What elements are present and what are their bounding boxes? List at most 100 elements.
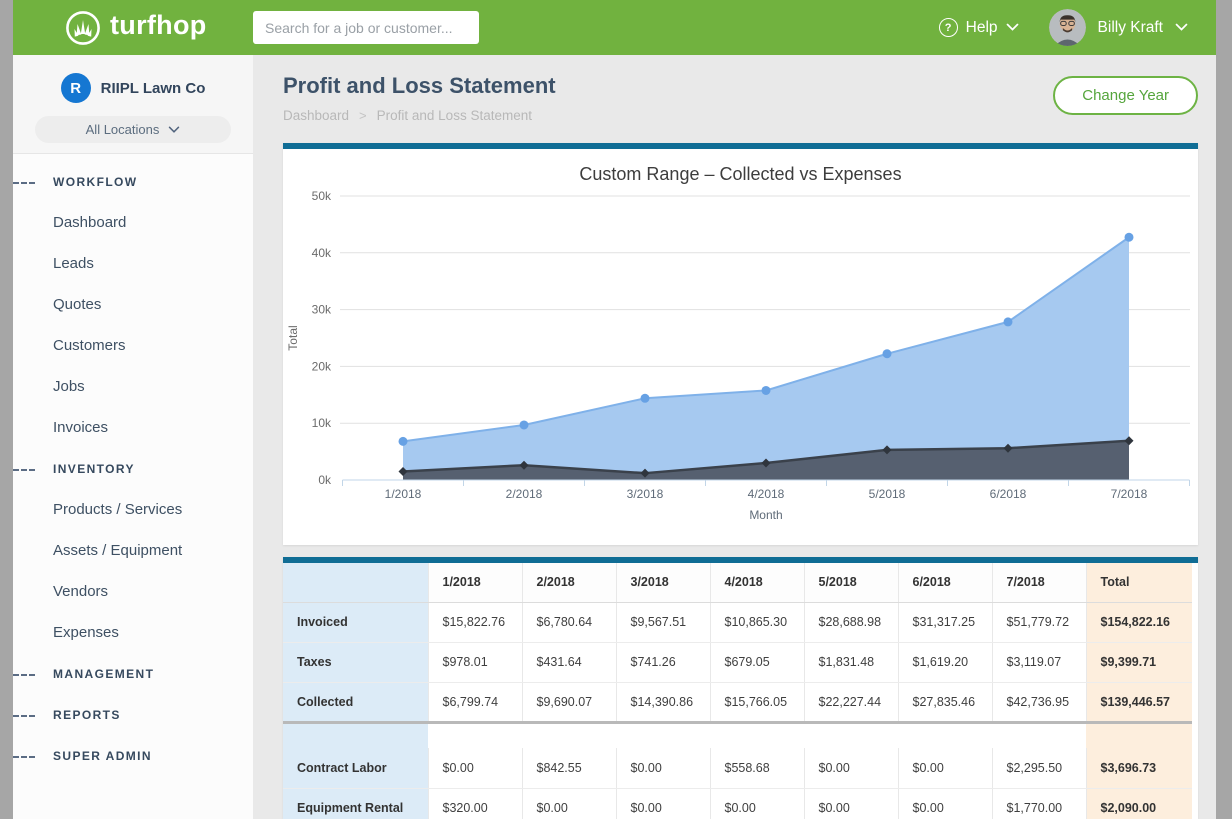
- x-tick-label: 1/2018: [385, 487, 422, 501]
- app-root: turfhop ? Help: [13, 0, 1216, 819]
- sidebar-item-label: Dashboard: [13, 214, 126, 231]
- window-edge-left: [0, 0, 13, 819]
- dashed-line-icon: [13, 182, 35, 184]
- company-name: RIIPL Lawn Co: [101, 80, 206, 97]
- row-label: Invoiced: [283, 602, 428, 642]
- sidebar-section-management[interactable]: MANAGEMENT: [13, 653, 253, 694]
- brand-logo[interactable]: turfhop: [65, 0, 207, 55]
- point-collected-1-2018[interactable]: [399, 437, 408, 446]
- sidebar-section-super-admin[interactable]: SUPER ADMIN: [13, 735, 253, 776]
- sidebar-section-workflow[interactable]: WORKFLOW: [13, 161, 253, 202]
- dashed-line-icon: [13, 715, 35, 717]
- cell-invoiced-5-2018: $28,688.98: [804, 602, 898, 642]
- sidebar-item-jobs[interactable]: Jobs: [13, 366, 253, 407]
- help-icon: ?: [939, 18, 958, 37]
- row-label: Equipment Rental: [283, 788, 428, 819]
- cell-equipment-rental-5-2018: $0.00: [804, 788, 898, 819]
- point-collected-4-2018[interactable]: [762, 386, 771, 395]
- user-menu[interactable]: Billy Kraft: [1049, 9, 1188, 46]
- breadcrumb-dashboard[interactable]: Dashboard: [283, 108, 349, 123]
- y-axis-label: Total: [286, 325, 300, 350]
- pl-chart: 0k10k20k30k40k50kTotal1/20182/20183/2018…: [283, 185, 1198, 531]
- cell-invoiced-6-2018: $31,317.25: [898, 602, 992, 642]
- cell-equipment-rental-2-2018: $0.00: [522, 788, 616, 819]
- sidebar: R RIIPL Lawn Co All Locations WORKFLOW Da…: [13, 55, 253, 819]
- sidebar-item-customers[interactable]: Customers: [13, 325, 253, 366]
- sidebar-section-reports[interactable]: REPORTS: [13, 694, 253, 735]
- point-collected-3-2018[interactable]: [641, 394, 650, 403]
- dashed-line-icon: [13, 469, 35, 471]
- app-window: turfhop ? Help: [0, 0, 1232, 819]
- cell-equipment-rental-6-2018: $0.00: [898, 788, 992, 819]
- sidebar-item-label: Assets / Equipment: [13, 542, 182, 559]
- cell-contract-labor-total: $3,696.73: [1086, 748, 1192, 788]
- cell-contract-labor-7-2018: $2,295.50: [992, 748, 1086, 788]
- pl-table: 1/20182/20183/20184/20185/20186/20187/20…: [283, 563, 1192, 819]
- column-header-2-2018: 2/2018: [522, 563, 616, 602]
- x-tick-label: 5/2018: [869, 487, 906, 501]
- y-tick-label: 30k: [312, 303, 332, 317]
- x-tick-label: 2/2018: [506, 487, 543, 501]
- x-tick-label: 3/2018: [627, 487, 664, 501]
- company-block: R RIIPL Lawn Co All Locations: [13, 55, 253, 154]
- sidebar-item-invoices[interactable]: Invoices: [13, 407, 253, 448]
- column-header-4-2018: 4/2018: [710, 563, 804, 602]
- cell-taxes-2-2018: $431.64: [522, 642, 616, 682]
- cell-collected-3-2018: $14,390.86: [616, 682, 710, 722]
- cell-taxes-5-2018: $1,831.48: [804, 642, 898, 682]
- sidebar-item-dashboard[interactable]: Dashboard: [13, 202, 253, 243]
- table-spacer-row: [283, 722, 1192, 748]
- x-tick-label: 4/2018: [748, 487, 785, 501]
- chevron-down-icon: [1175, 23, 1188, 32]
- table-corner-cell: [283, 563, 428, 602]
- cell-taxes-6-2018: $1,619.20: [898, 642, 992, 682]
- cell-contract-labor-4-2018: $558.68: [710, 748, 804, 788]
- sidebar-item-products-services[interactable]: Products / Services: [13, 489, 253, 530]
- y-tick-label: 0k: [318, 473, 332, 487]
- main-content: Profit and Loss Statement Dashboard > Pr…: [253, 55, 1216, 819]
- location-selector-label: All Locations: [86, 122, 160, 137]
- sidebar-item-label: Vendors: [13, 583, 108, 600]
- cell-collected-1-2018: $6,799.74: [428, 682, 522, 722]
- column-header-3-2018: 3/2018: [616, 563, 710, 602]
- dashed-line-icon: [13, 674, 35, 676]
- pl-table-card: 1/20182/20183/20184/20185/20186/20187/20…: [283, 557, 1198, 819]
- y-tick-label: 50k: [312, 189, 332, 203]
- pl-chart-card: Custom Range – Collected vs Expenses 0k1…: [283, 143, 1198, 545]
- table-row-taxes: Taxes$978.01$431.64$741.26$679.05$1,831.…: [283, 642, 1192, 682]
- point-collected-7-2018[interactable]: [1125, 233, 1134, 242]
- column-header-5-2018: 5/2018: [804, 563, 898, 602]
- breadcrumb-separator-icon: >: [359, 108, 367, 123]
- y-tick-label: 10k: [312, 416, 332, 430]
- sidebar-item-label: Customers: [13, 337, 126, 354]
- topbar-right: ? Help: [939, 0, 1188, 55]
- breadcrumb-current: Profit and Loss Statement: [377, 108, 532, 123]
- column-header-1-2018: 1/2018: [428, 563, 522, 602]
- row-label: Collected: [283, 682, 428, 722]
- change-year-button[interactable]: Change Year: [1053, 76, 1198, 115]
- sidebar-menu: WORKFLOW Dashboard Leads Quotes Customers Job…: [13, 154, 253, 776]
- sidebar-item-quotes[interactable]: Quotes: [13, 284, 253, 325]
- column-header-6-2018: 6/2018: [898, 563, 992, 602]
- cell-contract-labor-1-2018: $0.00: [428, 748, 522, 788]
- cell-taxes-total: $9,399.71: [1086, 642, 1192, 682]
- chevron-down-icon: [1006, 23, 1019, 32]
- location-selector[interactable]: All Locations: [35, 116, 231, 143]
- help-menu[interactable]: ? Help: [939, 18, 1019, 37]
- sidebar-item-vendors[interactable]: Vendors: [13, 571, 253, 612]
- cell-equipment-rental-1-2018: $320.00: [428, 788, 522, 819]
- point-collected-5-2018[interactable]: [883, 349, 892, 358]
- cell-contract-labor-5-2018: $0.00: [804, 748, 898, 788]
- point-collected-2-2018[interactable]: [520, 420, 529, 429]
- sidebar-section-inventory[interactable]: INVENTORY: [13, 448, 253, 489]
- cell-taxes-1-2018: $978.01: [428, 642, 522, 682]
- sidebar-item-expenses[interactable]: Expenses: [13, 612, 253, 653]
- sidebar-item-label: Quotes: [13, 296, 101, 313]
- point-collected-6-2018[interactable]: [1004, 317, 1013, 326]
- sidebar-item-leads[interactable]: Leads: [13, 243, 253, 284]
- row-label: Taxes: [283, 642, 428, 682]
- search-input[interactable]: [253, 11, 479, 44]
- sidebar-item-assets-equipment[interactable]: Assets / Equipment: [13, 530, 253, 571]
- cell-collected-4-2018: $15,766.05: [710, 682, 804, 722]
- cell-equipment-rental-4-2018: $0.00: [710, 788, 804, 819]
